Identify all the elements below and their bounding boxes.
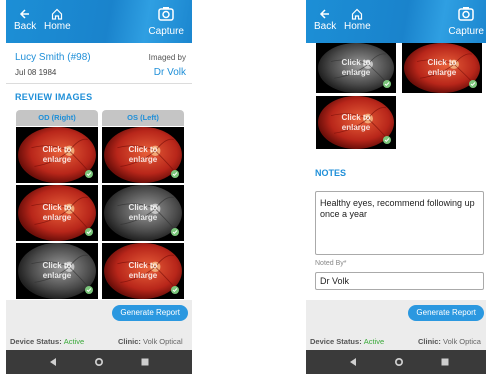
android-home-icon[interactable] xyxy=(394,357,404,367)
home-button[interactable]: Home xyxy=(44,8,71,32)
home-label: Home xyxy=(44,21,71,32)
click-to-enlarge-label: Click to enlarge xyxy=(341,58,371,77)
android-back-icon[interactable] xyxy=(348,357,358,367)
back-button[interactable]: Back xyxy=(14,8,36,32)
noted-by-input[interactable]: Dr Volk xyxy=(315,272,484,290)
clinic-status: Clinic: Volk Optical xyxy=(118,337,183,346)
check-icon xyxy=(469,80,477,88)
click-to-enlarge-label: Click to enlarge xyxy=(42,145,72,164)
click-to-enlarge-label: Click to enlarge xyxy=(341,112,371,132)
camera-icon xyxy=(158,7,174,21)
review-screen: Back Home Capture Lucy Smith (#98) Jul 0… xyxy=(6,0,192,374)
clinic-label: Clinic: xyxy=(418,337,441,346)
click-to-enlarge-label: Click to enlarge xyxy=(128,261,158,280)
check-icon xyxy=(171,170,179,178)
click-to-enlarge-label: Click to enlarge xyxy=(128,203,158,222)
check-icon xyxy=(85,286,93,294)
column-header-os: OS (Left) xyxy=(102,110,184,126)
camera-icon xyxy=(458,7,474,21)
footer-area: Generate Report Device Status: Active Cl… xyxy=(306,300,486,350)
home-icon xyxy=(52,8,63,20)
review-images-title: REVIEW IMAGES xyxy=(15,92,93,102)
header-bar: Back Home Capture xyxy=(6,0,192,43)
capture-label: Capture xyxy=(448,26,484,37)
notes-screen: Back Home Capture Click to enlarge Click t… xyxy=(306,0,486,374)
android-recents-icon[interactable] xyxy=(140,357,150,367)
android-nav-bar xyxy=(6,350,192,374)
back-label: Back xyxy=(14,21,37,32)
back-button[interactable]: Back xyxy=(314,8,336,32)
column-header-od: OD (Right) xyxy=(16,110,98,126)
device-status-label: Device Status: xyxy=(10,337,62,346)
fundus-image-thumbnail[interactable]: Click to enlarge xyxy=(16,243,98,299)
fundus-image-thumbnail[interactable]: Click to enlarge xyxy=(16,127,98,183)
check-icon xyxy=(85,170,93,178)
click-to-enlarge-label: Click to enlarge xyxy=(42,203,72,222)
clinic-status: Clinic: Volk Optica xyxy=(418,337,481,346)
header-bar: Back Home Capture xyxy=(306,0,486,43)
back-arrow-icon xyxy=(20,9,30,19)
check-icon xyxy=(171,228,179,236)
device-status-value: Active xyxy=(63,337,85,346)
click-to-enlarge-label: Click to enlarge xyxy=(128,145,158,164)
clinic-value: Volk Optica xyxy=(443,337,481,346)
patient-dob: Jul 08 1984 xyxy=(15,68,57,77)
imaged-by-doctor: Dr Volk xyxy=(153,67,186,78)
clinic-value: Volk Optical xyxy=(143,337,183,346)
fundus-image-thumbnail[interactable]: Click to enlarge xyxy=(102,185,184,241)
home-icon xyxy=(352,8,363,20)
fundus-image-thumbnail[interactable]: Click to enlarge xyxy=(316,43,396,93)
capture-button[interactable]: Capture xyxy=(448,6,484,37)
click-to-enlarge-label: Click to enlarge xyxy=(427,58,457,77)
android-recents-icon[interactable] xyxy=(440,357,450,367)
device-status: Device Status: Active xyxy=(310,337,384,346)
home-button[interactable]: Home xyxy=(344,8,371,32)
clinic-label: Clinic: xyxy=(118,337,141,346)
android-nav-bar xyxy=(306,350,486,374)
patient-info: Lucy Smith (#98) Jul 08 1984 Imaged by D… xyxy=(15,48,186,82)
noted-by-label: Noted By* xyxy=(315,260,347,267)
android-home-icon[interactable] xyxy=(94,357,104,367)
divider xyxy=(6,83,192,84)
fundus-image-thumbnail[interactable]: Click to enlarge xyxy=(316,96,396,149)
device-status-label: Device Status: xyxy=(310,337,362,346)
back-label: Back xyxy=(314,21,337,32)
fundus-image-thumbnail[interactable]: Click to enlarge xyxy=(102,127,184,183)
footer-area: Generate Report Device Status: Active Cl… xyxy=(6,300,192,350)
patient-name: Lucy Smith (#98) xyxy=(15,52,91,63)
fundus-image-thumbnail[interactable]: Click to enlarge xyxy=(102,243,184,299)
check-icon xyxy=(383,136,391,144)
fundus-image-thumbnail[interactable]: Click to enlarge xyxy=(16,185,98,241)
fundus-image-thumbnail[interactable]: Click to enlarge xyxy=(402,43,482,93)
notes-title: NOTES xyxy=(315,168,347,178)
imaged-by-label: Imaged by xyxy=(148,53,186,62)
capture-label: Capture xyxy=(148,26,184,37)
check-icon xyxy=(85,228,93,236)
notes-textarea[interactable]: Healthy eyes, recommend following up onc… xyxy=(315,191,484,255)
check-icon xyxy=(171,286,179,294)
capture-button[interactable]: Capture xyxy=(148,6,184,37)
click-to-enlarge-label: Click to enlarge xyxy=(42,261,72,280)
home-label: Home xyxy=(344,21,371,32)
generate-report-button[interactable]: Generate Report xyxy=(112,305,188,321)
device-status: Device Status: Active xyxy=(10,337,84,346)
generate-report-button[interactable]: Generate Report xyxy=(408,305,484,321)
check-icon xyxy=(383,80,391,88)
device-status-value: Active xyxy=(363,337,385,346)
back-arrow-icon xyxy=(320,9,330,19)
android-back-icon[interactable] xyxy=(48,357,58,367)
